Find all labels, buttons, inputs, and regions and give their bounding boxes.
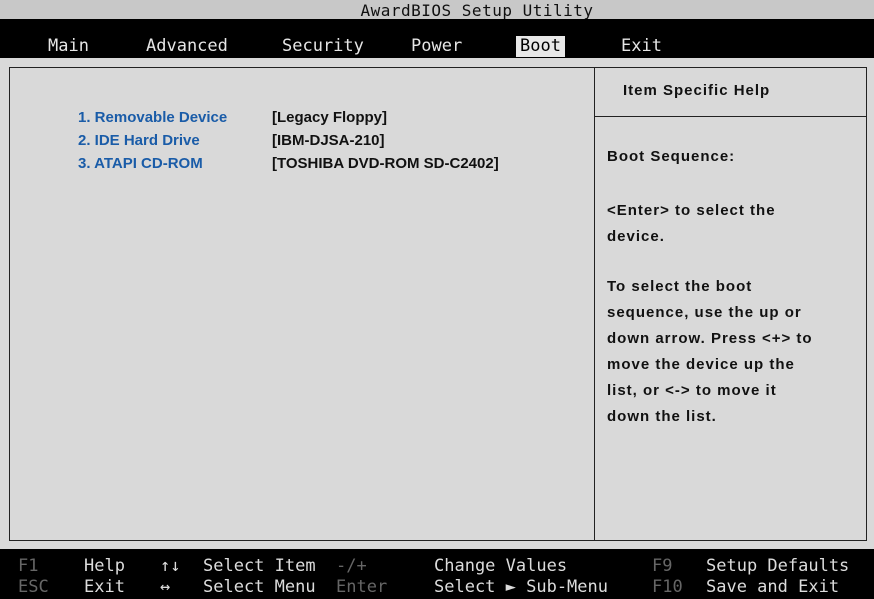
status-bar: F1 Help ↑↓ Select Item -/+ Change Values… [0,549,874,599]
help-line: <Enter> to select the [607,202,776,219]
help-title: Item Specific Help [623,82,771,99]
title-bar: AwardBIOS Setup Utility [0,0,874,20]
boot-device-2-value[interactable]: [IBM-DJSA-210] [272,132,385,149]
esc-key: ESC [18,577,49,597]
boot-device-1-name[interactable]: 1. Removable Device [78,109,227,126]
app-title: AwardBIOS Setup Utility [360,1,594,20]
up-down-arrow-icon: ↑↓ [160,556,181,576]
menu-bar: Main Advanced Security Power Boot Exit [0,19,874,58]
menu-tab-security[interactable]: Security [278,36,368,57]
f10-key: F10 [652,577,683,597]
menu-tab-exit[interactable]: Exit [617,36,666,57]
help-line: move the device up the [607,356,795,373]
help-line: list, or <-> to move it [607,382,777,399]
left-right-arrow-icon: ↔ [160,577,171,597]
help-line: down arrow. Press <+> to [607,330,813,347]
menu-tab-main[interactable]: Main [44,36,93,57]
menu-tab-boot[interactable]: Boot [516,36,565,57]
help-line: To select the boot [607,278,753,295]
f1-help-label: Help [84,556,125,576]
help-header-divider [595,116,867,117]
boot-device-3-value[interactable]: [TOSHIBA DVD-ROM SD-C2402] [272,155,499,172]
help-line: device. [607,228,665,245]
select-item-label: Select Item [203,556,316,576]
menu-tab-advanced[interactable]: Advanced [142,36,232,57]
panel-divider [594,68,595,540]
enter-key: Enter [336,577,388,597]
boot-device-2-name[interactable]: 2. IDE Hard Drive [78,132,200,149]
boot-device-3-name[interactable]: 3. ATAPI CD-ROM [78,155,203,172]
plus-minus-key: -/+ [336,556,367,576]
help-line: Boot Sequence: [607,148,736,165]
menu-tab-power[interactable]: Power [407,36,466,57]
select-menu-label: Select Menu [203,577,316,597]
exit-label: Exit [84,577,125,597]
f9-key: F9 [652,556,673,576]
boot-device-1-value[interactable]: [Legacy Floppy] [272,109,387,126]
select-submenu-label: Select ► Sub-Menu [434,577,608,597]
setup-defaults-label: Setup Defaults [706,556,850,576]
f1-key: F1 [18,556,39,576]
help-line: down the list. [607,408,717,425]
main-panel: 1. Removable Device [Legacy Floppy] 2. I… [9,67,867,541]
save-and-exit-label: Save and Exit [706,577,840,597]
change-values-label: Change Values [434,556,568,576]
help-line: sequence, use the up or [607,304,802,321]
